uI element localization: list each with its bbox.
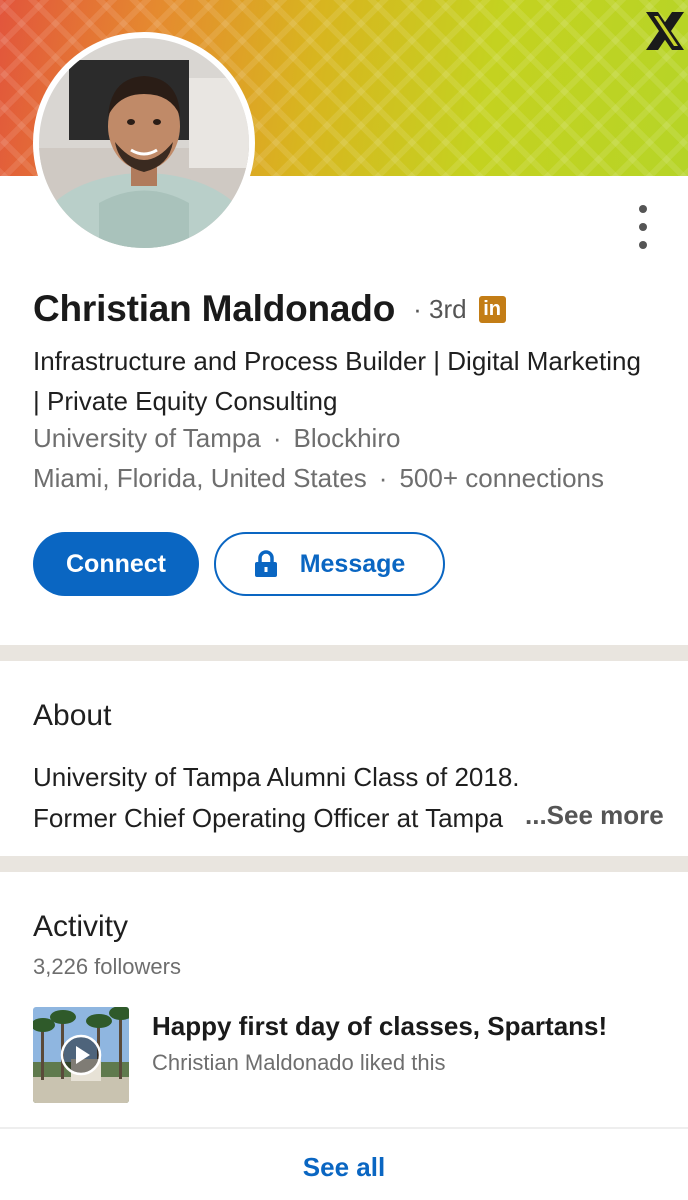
connect-button[interactable]: Connect: [33, 532, 199, 596]
separator-dot: ·: [378, 463, 388, 493]
activity-heading: Activity: [33, 910, 129, 943]
name-row: Christian Maldonado · 3rd in: [33, 288, 506, 330]
more-options-icon[interactable]: [636, 205, 650, 249]
location: Miami, Florida, United States: [33, 463, 367, 493]
degree-dot: ·: [413, 293, 422, 324]
post-thumbnail[interactable]: [33, 1007, 129, 1103]
connection-degree: · 3rd: [413, 294, 466, 325]
profile-name: Christian Maldonado: [33, 288, 396, 329]
post-subtitle: Christian Maldonado liked this: [152, 1050, 446, 1075]
premium-badge-icon: in: [478, 295, 506, 323]
more-dot: [639, 223, 647, 231]
separator-dot: ·: [272, 423, 282, 453]
post-title[interactable]: Happy first day of classes, Spartans!: [152, 1011, 607, 1042]
degree-label: 3rd: [429, 293, 467, 324]
followers-count: 3,226 followers: [33, 954, 181, 979]
x-logo-icon: [646, 12, 684, 50]
school-link[interactable]: University of Tampa: [33, 423, 261, 453]
avatar-photo: [39, 38, 249, 248]
see-all-activity-button[interactable]: See all: [0, 1152, 688, 1183]
location-connections-line: Miami, Florida, United States · 500+ conne…: [33, 463, 604, 494]
more-dot: [639, 241, 647, 249]
connections-count[interactable]: 500+ connections: [399, 463, 604, 493]
section-separator: [0, 645, 688, 661]
more-dot: [639, 205, 647, 213]
profile-avatar[interactable]: [33, 32, 255, 254]
message-label: Message: [299, 549, 406, 578]
about-heading: About: [33, 699, 112, 732]
lock-icon: [254, 550, 277, 577]
about-line-2: Former Chief Operating Officer at Tampa: [33, 803, 504, 833]
section-separator: [0, 856, 688, 872]
see-more-link[interactable]: ...See more: [525, 800, 664, 831]
profile-headline: Infrastructure and Process Builder | Dig…: [33, 346, 641, 416]
company-link[interactable]: Blockhiro: [294, 423, 401, 453]
message-button[interactable]: Message: [214, 532, 445, 596]
divider: [0, 1127, 688, 1129]
education-company-line: University of Tampa · Blockhiro: [33, 423, 400, 454]
play-icon: [60, 1034, 102, 1076]
about-line-1: University of Tampa Alumni Class of 2018…: [33, 762, 520, 792]
